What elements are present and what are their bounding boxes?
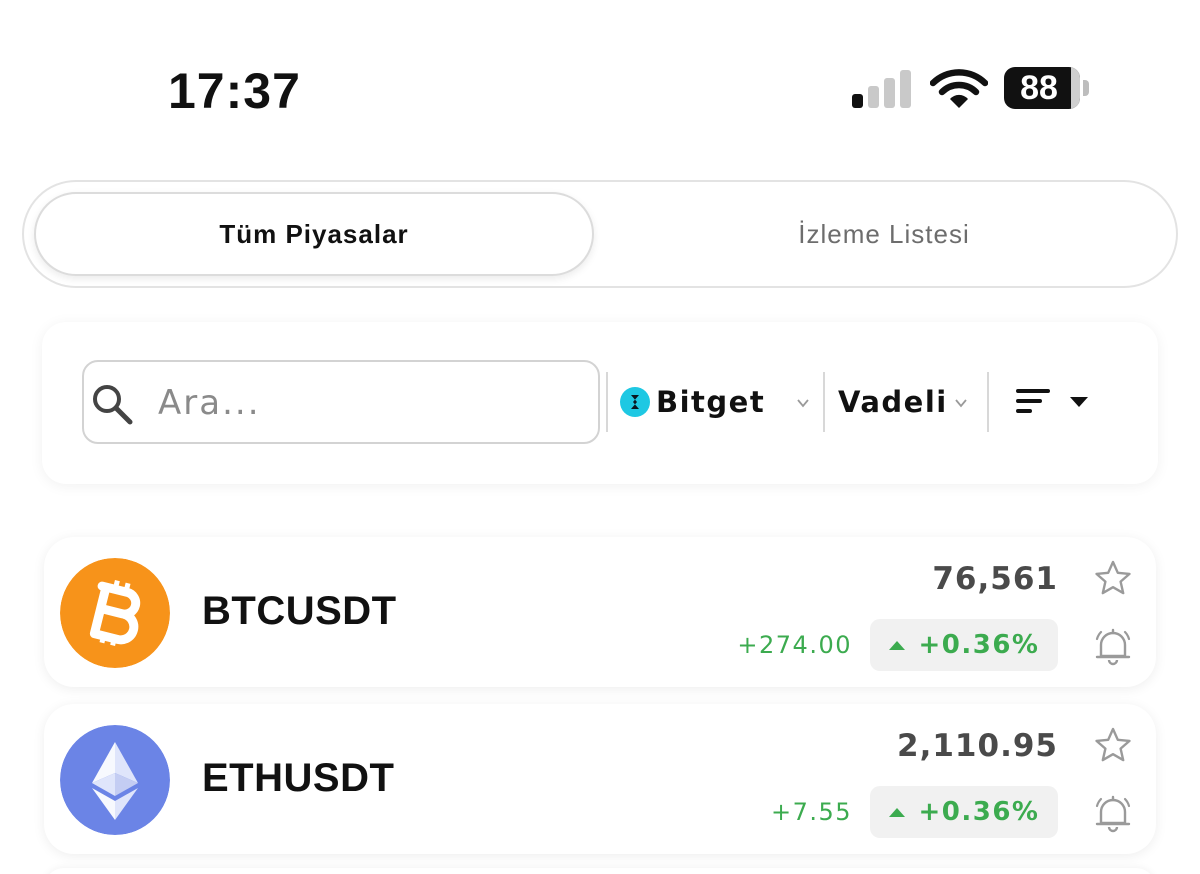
coin-symbol: BTCUSDT (202, 589, 397, 633)
change-percent: +0.36% (918, 630, 1040, 660)
divider (823, 372, 825, 432)
market-type-label: Vadeli (838, 385, 948, 419)
market-type-select[interactable]: Vadeli (838, 372, 978, 432)
market-tabs: Tüm Piyasalar İzleme Listesi (22, 180, 1178, 288)
tab-all-markets[interactable]: Tüm Piyasalar (34, 192, 594, 276)
bitget-logo-icon (620, 387, 650, 417)
coin-change: +7.55 (770, 798, 852, 826)
change-percent-badge: +0.36% (870, 786, 1058, 838)
star-icon[interactable] (1094, 559, 1132, 597)
coin-price: 2,110.95 (897, 728, 1058, 764)
wifi-icon (930, 69, 988, 108)
tab-watchlist[interactable]: İzleme Listesi (604, 192, 1164, 276)
exchange-select[interactable]: Bitget (618, 372, 814, 432)
divider (606, 372, 608, 432)
chevron-down-icon (797, 399, 809, 408)
chevron-down-icon (955, 399, 967, 408)
arrow-up-icon (888, 807, 905, 817)
divider (987, 372, 989, 432)
exchange-name: Bitget (656, 385, 766, 419)
ethereum-icon (60, 725, 170, 835)
cellular-signal-icon (852, 68, 912, 108)
status-time: 17:37 (168, 63, 301, 119)
bell-icon[interactable] (1092, 625, 1134, 667)
coin-price: 76,561 (932, 561, 1058, 597)
market-row-btcusdt[interactable]: BTCUSDT 76,561 +274.00 +0.36% (44, 537, 1156, 687)
search-icon (93, 385, 133, 425)
status-bar: 17:37 88 (0, 0, 1200, 140)
battery-level: 88 (1020, 69, 1058, 107)
bitcoin-icon (60, 558, 170, 668)
battery-icon: 88 (1004, 67, 1090, 109)
market-row-ethusdt[interactable]: ETHUSDT 2,110.95 +7.55 +0.36% (44, 704, 1156, 854)
star-icon[interactable] (1094, 726, 1132, 764)
market-row-next[interactable] (44, 868, 1156, 874)
sort-lines-icon[interactable] (1014, 376, 1098, 428)
change-percent: +0.36% (918, 797, 1040, 827)
arrow-up-icon (888, 640, 905, 650)
coin-change: +274.00 (737, 631, 852, 659)
filter-card: Bitget Vadeli (42, 322, 1158, 484)
search-box[interactable] (82, 360, 600, 444)
change-percent-badge: +0.36% (870, 619, 1058, 671)
bell-icon[interactable] (1092, 792, 1134, 834)
coin-symbol: ETHUSDT (202, 756, 395, 800)
search-input[interactable] (158, 376, 578, 430)
